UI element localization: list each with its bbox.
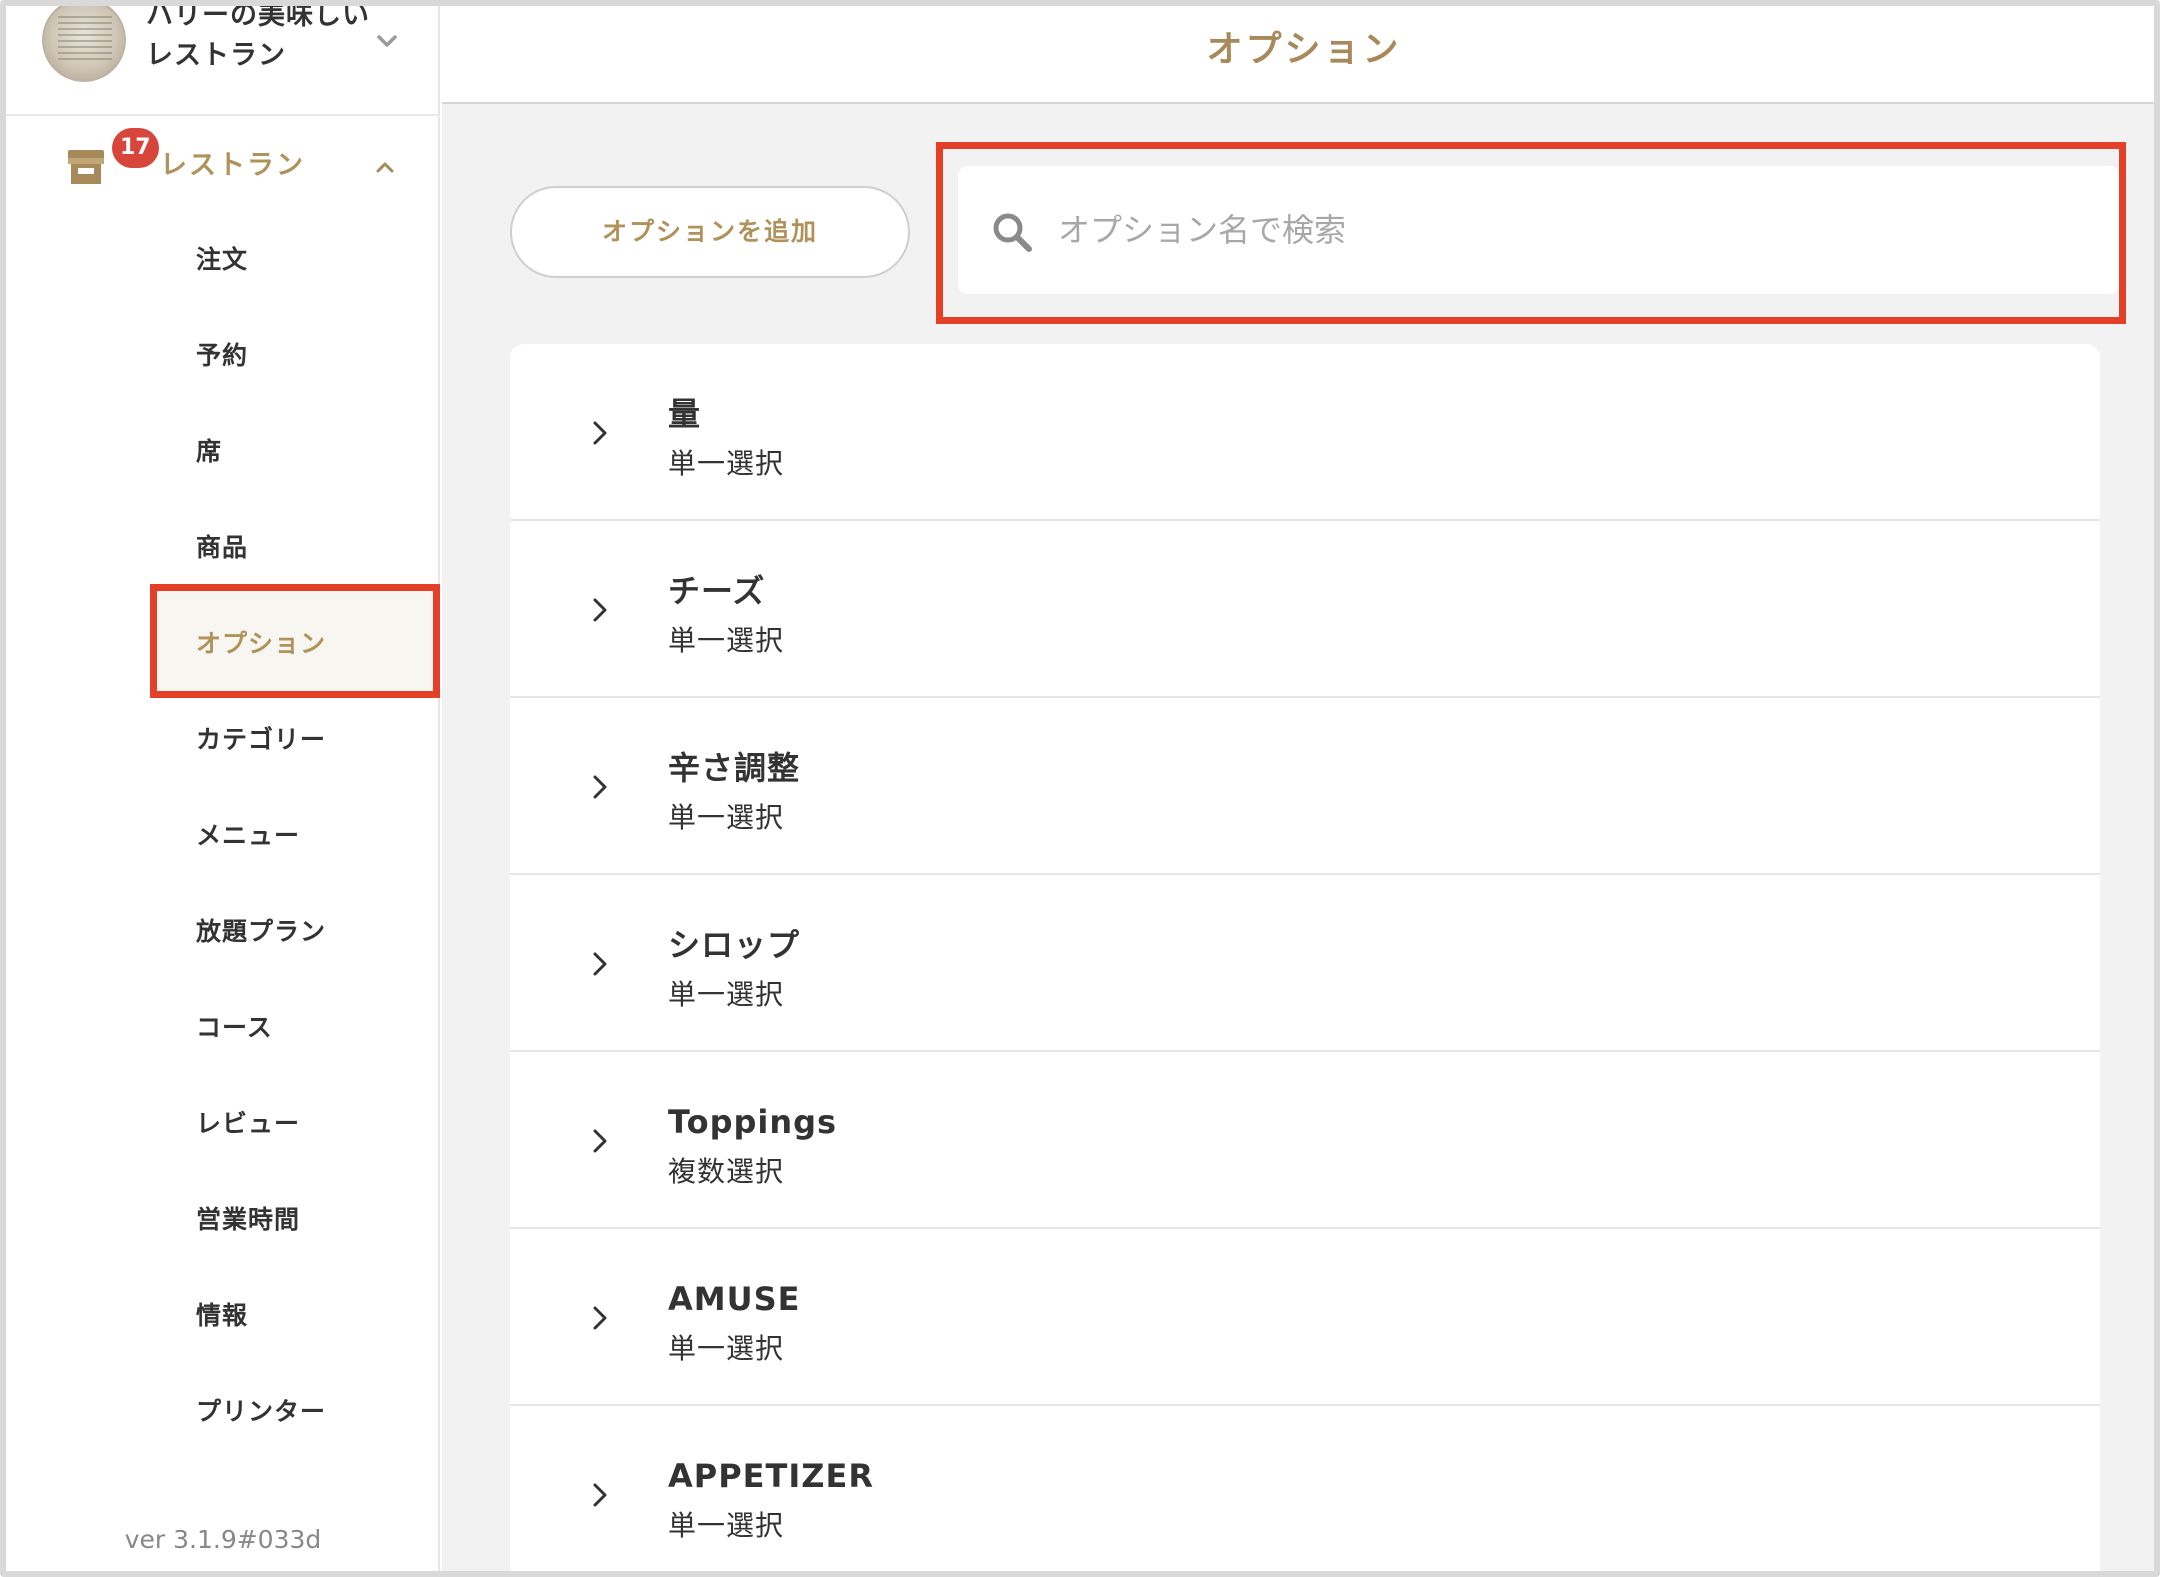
version-label: ver 3.1.9#033d (124, 1525, 322, 1554)
sidebar-item-categories[interactable]: カテゴリー (196, 720, 326, 760)
notification-badge: 17 (112, 128, 159, 168)
shop-icon (68, 150, 104, 184)
option-row[interactable]: 辛さ調整 単一選択 (510, 698, 2100, 875)
sidebar-item-products[interactable]: 商品 (196, 528, 248, 568)
sidebar-item-info[interactable]: 情報 (196, 1296, 248, 1336)
sidebar-group-restaurant[interactable]: 17 レストラン (6, 124, 440, 204)
store-name-line1: ハリーの美味しい (146, 0, 370, 31)
store-switcher[interactable]: ハリーの美味しい レストラン (6, 6, 440, 116)
chevron-right-icon (593, 952, 607, 976)
option-row[interactable]: 量 単一選択 (510, 344, 2100, 521)
chevron-right-icon (593, 421, 607, 445)
chevron-down-icon[interactable] (374, 28, 400, 54)
sidebar-item-reviews[interactable]: レビュー (196, 1104, 300, 1144)
store-name: ハリーの美味しい レストラン (146, 6, 376, 76)
option-row[interactable]: Toppings 複数選択 (510, 1052, 2100, 1229)
option-name: チーズ (668, 572, 766, 610)
sidebar-item-courses[interactable]: コース (196, 1008, 273, 1048)
sidebar-item-all-you-can-plans[interactable]: 放題プラン (196, 912, 326, 952)
sidebar: ハリーの美味しい レストラン 17 レストラン 注文 予約 席 商品 オプション… (6, 6, 440, 1571)
option-row[interactable]: シロップ 単一選択 (510, 875, 2100, 1052)
sidebar-item-business-hours[interactable]: 営業時間 (196, 1200, 300, 1240)
options-list: 量 単一選択 チーズ 単一選択 辛さ調整 単一選択 シロップ 単一選択 Topp… (510, 344, 2100, 1571)
option-type: 単一選択 (668, 624, 785, 657)
option-name: 辛さ調整 (668, 749, 801, 787)
option-row[interactable]: チーズ 単一選択 (510, 521, 2100, 698)
chevron-up-icon[interactable] (372, 154, 398, 180)
option-name: 量 (668, 395, 702, 433)
chevron-right-icon (593, 775, 607, 799)
option-type: 単一選択 (668, 1509, 785, 1542)
sidebar-item-reservations[interactable]: 予約 (196, 336, 248, 376)
sidebar-group-label: レストラン (160, 150, 305, 181)
option-type: 単一選択 (668, 447, 785, 480)
sidebar-item-seats[interactable]: 席 (196, 432, 222, 472)
option-type: 複数選択 (668, 1155, 785, 1188)
sidebar-item-menu[interactable]: メニュー (196, 816, 300, 856)
app-window: ハリーの美味しい レストラン 17 レストラン 注文 予約 席 商品 オプション… (0, 0, 2160, 1577)
option-name: シロップ (668, 926, 801, 964)
chevron-right-icon (593, 1129, 607, 1153)
option-type: 単一選択 (668, 978, 785, 1011)
option-row[interactable]: APPETIZER 単一選択 (510, 1406, 2100, 1571)
add-option-button[interactable]: オプションを追加 (510, 186, 910, 278)
page-title: オプション (1206, 29, 1402, 70)
sidebar-item-printers[interactable]: プリンター (196, 1392, 326, 1432)
highlight-box-options (150, 584, 440, 698)
option-name: APPETIZER (668, 1457, 874, 1495)
store-name-line2: レストラン (146, 40, 286, 71)
option-type: 単一選択 (668, 1332, 785, 1365)
highlight-box-search (936, 142, 2126, 324)
option-row[interactable]: AMUSE 単一選択 (510, 1229, 2100, 1406)
option-name: Toppings (668, 1103, 838, 1141)
option-name: AMUSE (668, 1280, 801, 1318)
main-content: オプションを追加 量 単一選択 チーズ 単一選択 辛さ調整 (442, 104, 2154, 1571)
chevron-right-icon (593, 1483, 607, 1507)
sidebar-item-orders[interactable]: 注文 (196, 240, 248, 280)
header: オプション (442, 6, 2154, 104)
chevron-right-icon (593, 598, 607, 622)
store-avatar (42, 6, 126, 82)
chevron-right-icon (593, 1306, 607, 1330)
option-type: 単一選択 (668, 801, 785, 834)
